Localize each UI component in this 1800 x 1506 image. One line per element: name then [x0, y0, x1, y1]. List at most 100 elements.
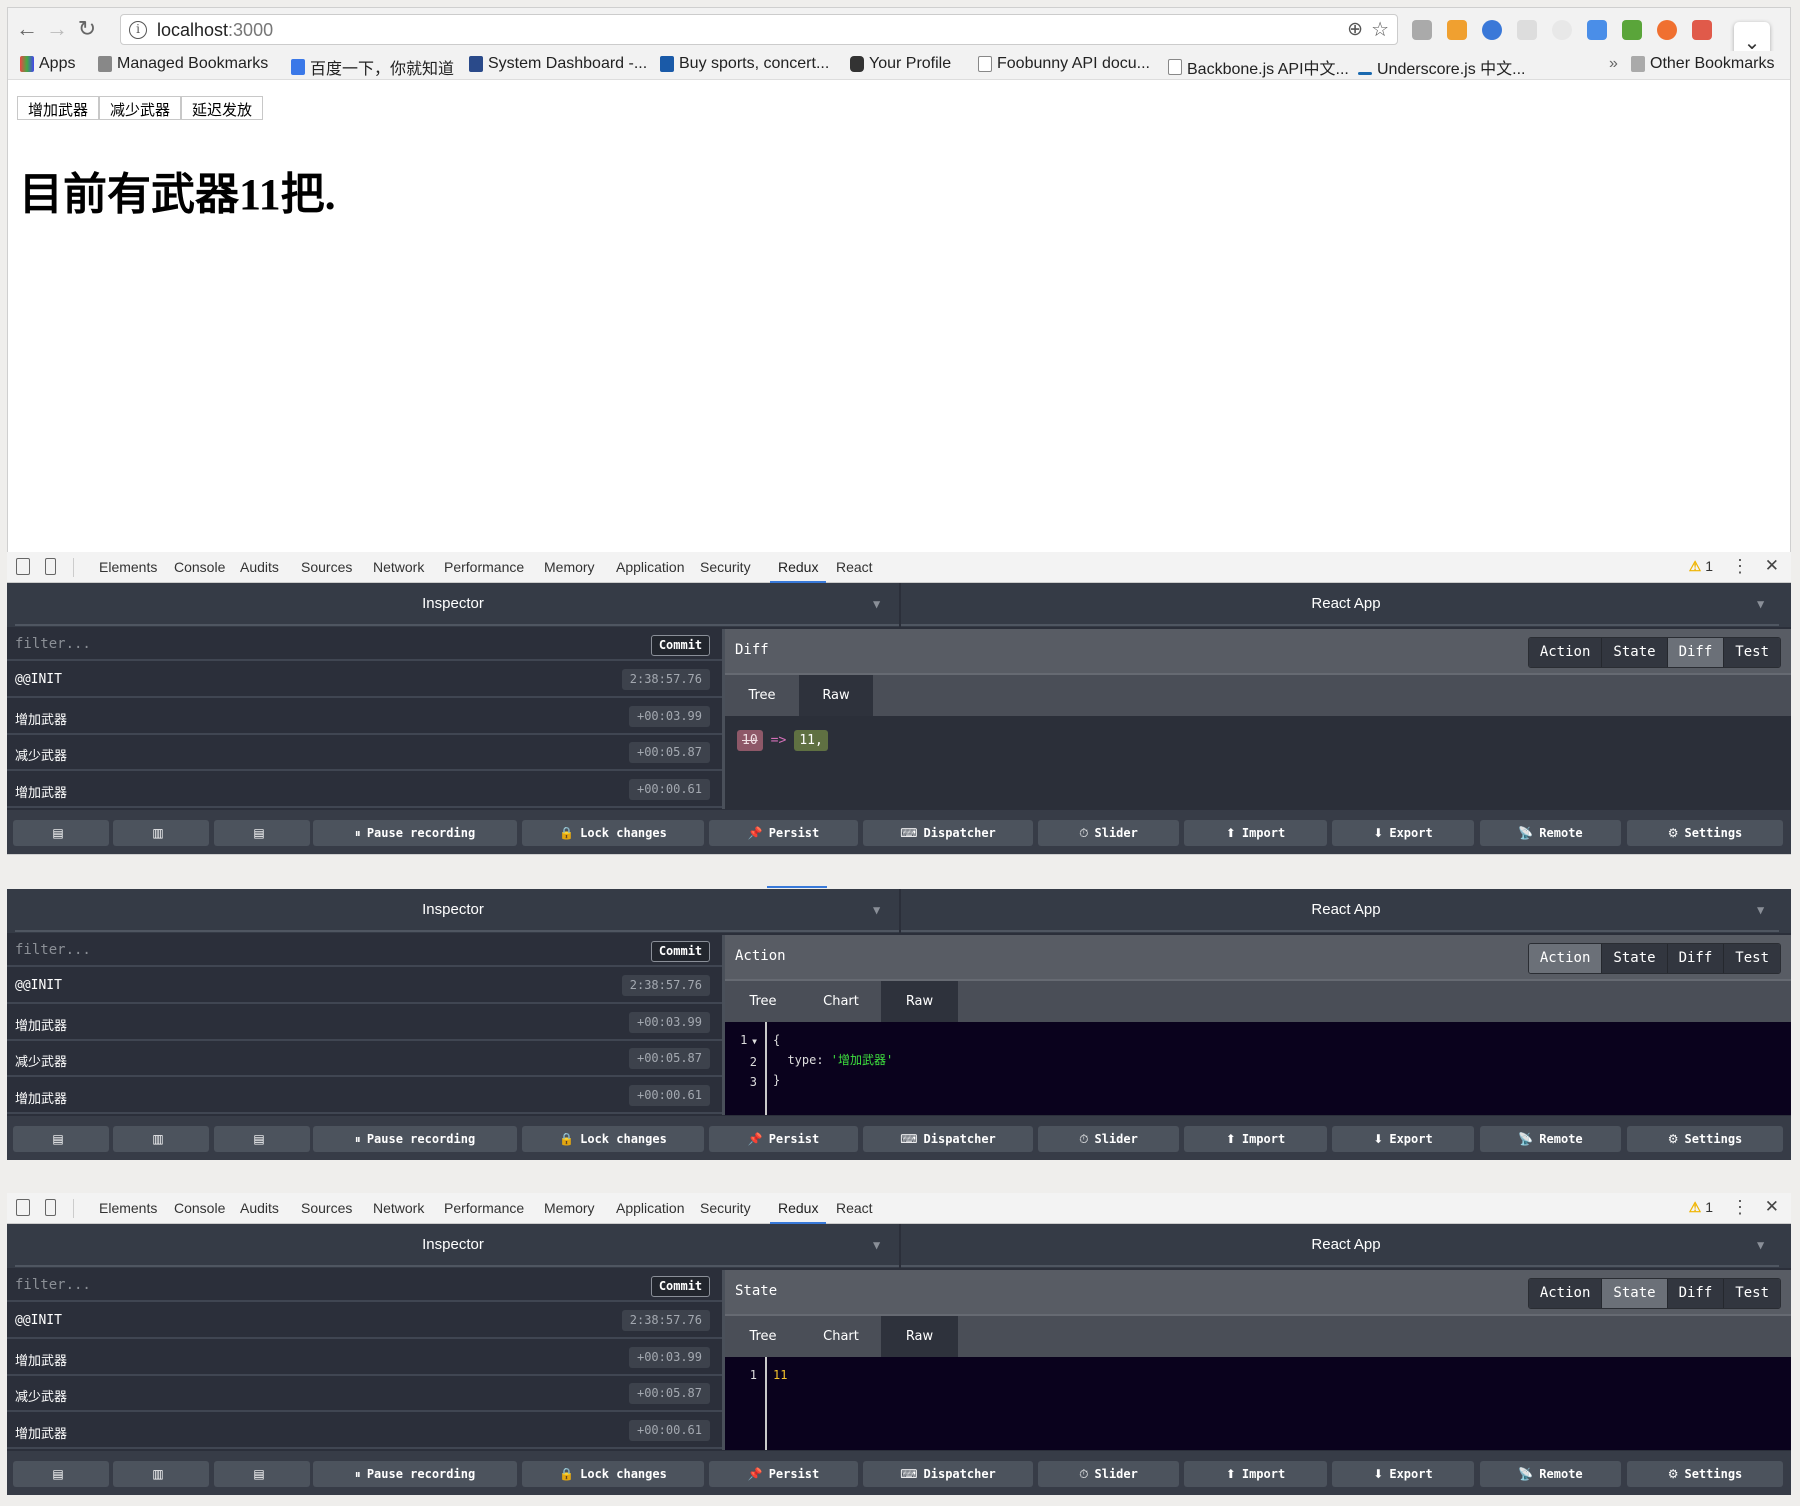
lock-changes-button[interactable]: 🔒 Lock changes [522, 1126, 704, 1152]
view-tab-raw[interactable]: Raw [881, 1316, 958, 1357]
devtools-tab-security[interactable]: Security [700, 1200, 751, 1216]
more-options-icon[interactable]: ⋮ [1731, 1197, 1749, 1218]
app-selector[interactable]: React App [901, 595, 1791, 612]
commit-button[interactable]: Commit [651, 1276, 710, 1297]
layout-bottom-button[interactable]: ▥ [113, 820, 209, 846]
layout-right-button[interactable]: ▤ [214, 1126, 310, 1152]
layout-right-button[interactable]: ▤ [214, 1461, 310, 1487]
dropdown-arrow-icon[interactable]: ▼ [1757, 903, 1764, 917]
commit-button[interactable]: Commit [651, 941, 710, 962]
bookmarks-overflow[interactable]: » [1609, 55, 1618, 73]
layout-right-button[interactable]: ▤ [214, 820, 310, 846]
monitor-tab-diff[interactable]: Diff [1666, 1279, 1724, 1308]
monitor-tab-test[interactable]: Test [1723, 638, 1780, 667]
pause-recording-button[interactable]: ⏸ Pause recording [313, 1126, 517, 1152]
orange-extension-icon[interactable] [1657, 20, 1677, 40]
settings-button[interactable]: ⚙ Settings [1627, 820, 1783, 846]
view-tab-chart[interactable]: Chart [801, 981, 881, 1022]
devtools-tab-performance[interactable]: Performance [444, 1200, 524, 1216]
persist-button[interactable]: 📌 Persist [709, 1126, 858, 1152]
action-list-item[interactable]: 减少武器 +00:05.87 [7, 736, 722, 771]
devtools-tab-console[interactable]: Console [174, 1200, 225, 1216]
filter-input[interactable]: filter... Commit [7, 629, 722, 661]
monitor-tab-test[interactable]: Test [1723, 1279, 1780, 1308]
settings-button[interactable]: ⚙ Settings [1627, 1126, 1783, 1152]
action-list-item[interactable]: 减少武器 +00:05.87 [7, 1042, 722, 1077]
bookmark-other[interactable]: Other Bookmarks [1631, 55, 1774, 73]
forward-icon[interactable]: → [44, 16, 70, 42]
warning-badge[interactable]: ⚠ 1 [1689, 1199, 1713, 1216]
devtools-tab-audits[interactable]: Audits [240, 559, 279, 575]
monitor-tab-diff[interactable]: Diff [1666, 638, 1724, 667]
layout-left-button[interactable]: ▤ [13, 820, 109, 846]
filter-input[interactable]: filter... Commit [7, 1270, 722, 1302]
devtools-tab-network[interactable]: Network [373, 559, 424, 575]
dropdown-arrow-icon[interactable]: ▼ [1757, 597, 1764, 611]
app-selector[interactable]: React App [901, 901, 1791, 918]
r-extension-icon[interactable] [1447, 20, 1467, 40]
action-list-item[interactable]: 增加武器 +00:03.99 [7, 1006, 722, 1041]
view-tab-tree[interactable]: Tree [725, 1316, 801, 1357]
dispatcher-button[interactable]: ⌨ Dispatcher [863, 820, 1033, 846]
layout-left-button[interactable]: ▤ [13, 1461, 109, 1487]
camera-extension-icon[interactable] [1412, 20, 1432, 40]
react-extension-icon[interactable] [1692, 20, 1712, 40]
devtools-tab-react[interactable]: React [836, 1200, 873, 1216]
slider-button[interactable]: ⏱ Slider [1038, 820, 1179, 846]
inspect-element-icon[interactable] [16, 558, 30, 575]
monitor-tab-diff[interactable]: Diff [1666, 944, 1724, 973]
zoom-icon[interactable]: ⊕ [1347, 18, 1363, 41]
view-tab-tree[interactable]: Tree [725, 981, 801, 1022]
inspector-selector[interactable]: Inspector [7, 595, 899, 612]
view-tab-raw[interactable]: Raw [799, 675, 873, 716]
devtools-tab-audits[interactable]: Audits [240, 1200, 279, 1216]
filter-input[interactable]: filter... Commit [7, 935, 722, 967]
address-bar[interactable]: i localhost:3000 ⊕ ☆ [120, 14, 1398, 45]
devtools-tab-elements[interactable]: Elements [99, 1200, 157, 1216]
devtools-tab-react[interactable]: React [836, 559, 873, 575]
monitor-tab-test[interactable]: Test [1723, 944, 1780, 973]
action-list-item[interactable]: 增加武器 +00:03.99 [7, 1341, 722, 1376]
devtools-tab-redux[interactable]: Redux [769, 1200, 828, 1224]
bookmark-foobunny[interactable]: Foobunny API docu... [978, 55, 1150, 73]
monitor-tab-state[interactable]: State [1601, 638, 1667, 667]
device-toolbar-icon[interactable] [45, 1199, 56, 1216]
settings-button[interactable]: ⚙ Settings [1627, 1461, 1783, 1487]
globe-extension-icon[interactable] [1482, 20, 1502, 40]
monitor-tab-action[interactable]: Action [1528, 1279, 1602, 1308]
action-list-item[interactable]: 增加武器 +00:03.99 [7, 700, 722, 735]
inspector-selector[interactable]: Inspector [7, 901, 899, 918]
action-list-item[interactable]: 增加武器 +00:00.61 [7, 773, 722, 808]
more-options-icon[interactable]: ⋮ [1731, 556, 1749, 577]
bookmark-apps[interactable]: Apps [20, 55, 75, 73]
persist-button[interactable]: 📌 Persist [709, 1461, 858, 1487]
layout-left-button[interactable]: ▤ [13, 1126, 109, 1152]
persist-button[interactable]: 📌 Persist [709, 820, 858, 846]
bookmark-your-profile[interactable]: Your Profile [850, 55, 951, 73]
layout-bottom-button[interactable]: ▥ [113, 1126, 209, 1152]
action-list-item[interactable]: @@INIT 2:38:57.76 [7, 969, 722, 1004]
devtools-tab-security[interactable]: Security [700, 559, 751, 575]
action-list-item[interactable]: @@INIT 2:38:57.76 [7, 663, 722, 698]
warning-badge[interactable]: ⚠ 1 [1689, 558, 1713, 575]
pause-recording-button[interactable]: ⏸ Pause recording [313, 1461, 517, 1487]
export-button[interactable]: ⬇ Export [1332, 1126, 1474, 1152]
monitor-tab-action[interactable]: Action [1528, 944, 1602, 973]
monitor-tab-state[interactable]: State [1601, 1279, 1667, 1308]
remove-weapon-button[interactable]: 减少武器 [99, 96, 182, 120]
action-list-item[interactable]: 减少武器 +00:05.87 [7, 1377, 722, 1412]
remote-button[interactable]: 📡 Remote [1480, 820, 1621, 846]
devtools-tab-sources[interactable]: Sources [301, 1200, 352, 1216]
app-selector[interactable]: React App [901, 1236, 1791, 1253]
commit-button[interactable]: Commit [651, 635, 710, 656]
monitor-tab-action[interactable]: Action [1528, 638, 1602, 667]
action-list-item[interactable]: 增加武器 +00:00.61 [7, 1414, 722, 1449]
lock-changes-button[interactable]: 🔒 Lock changes [522, 820, 704, 846]
bookmark-buy-sports[interactable]: Buy sports, concert... [660, 55, 829, 73]
device-toolbar-icon[interactable] [45, 558, 56, 575]
add-weapon-button[interactable]: 增加武器 [17, 96, 100, 120]
bookmark-baidu[interactable]: 百度一下，你就知道 [291, 55, 454, 79]
import-button[interactable]: ⬆ Import [1184, 1126, 1327, 1152]
layout-bottom-button[interactable]: ▥ [113, 1461, 209, 1487]
bookmark-underscore[interactable]: Underscore.js 中文... [1358, 55, 1526, 79]
